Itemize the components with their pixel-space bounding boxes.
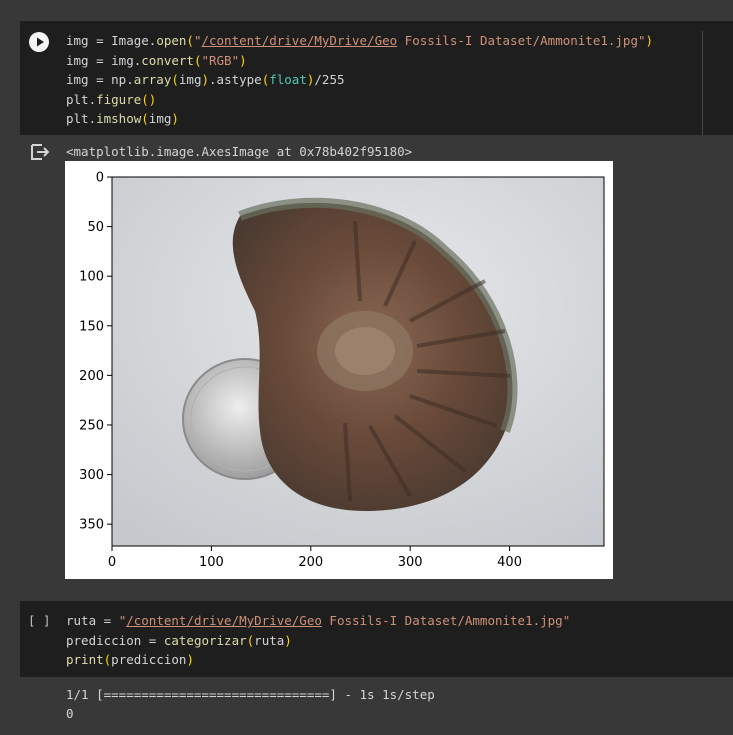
path-link[interactable]: /content/drive/MyDrive/Geo [126, 613, 322, 628]
code-token: ) [284, 632, 292, 648]
run-cell-button[interactable] [29, 32, 49, 52]
code-token: ) [239, 52, 247, 68]
cell-2-output: 1/1 [==============================] - 1… [66, 685, 435, 723]
cell-1-code[interactable]: img = Image.open("/content/drive/MyDrive… [66, 31, 653, 129]
code-token: imshow [96, 111, 142, 126]
code-token: plt. [66, 111, 97, 126]
code-token: ( [171, 72, 179, 87]
code-token: float [269, 72, 307, 87]
path-link[interactable]: /content/drive/MyDrive/Geo [201, 33, 397, 48]
code-token: img [178, 72, 202, 87]
code-token: Fossils-I Dataset/Ammonite1.jpg" [321, 613, 571, 628]
x-tick-label: 200 [298, 555, 323, 570]
code-token: print [66, 652, 104, 667]
code-token: prediccion [111, 652, 187, 667]
y-tick-label: 350 [79, 518, 104, 533]
x-tick-label: 100 [199, 555, 224, 570]
code-token: figure [96, 91, 142, 107]
code-token: open [156, 33, 187, 48]
code-token: plt. [66, 91, 97, 107]
image-plot: 0 50 100 150 200 250 300 350 0 100 200 300 400 [65, 161, 613, 579]
y-axis: 0 50 100 150 200 250 300 350 [79, 171, 112, 533]
code-token: Fossils-I Dataset/Ammonite1.jpg" [397, 33, 646, 48]
cell-2-code[interactable]: ruta = "/content/drive/MyDrive/Geo Fossi… [66, 611, 570, 670]
code-token: ( [186, 33, 194, 48]
code-token: img = img. [66, 52, 142, 68]
x-tick-label: 0 [108, 555, 116, 570]
code-token: ) [171, 111, 179, 126]
fossil-photo [112, 177, 604, 546]
code-token: ( [141, 111, 149, 126]
code-token: ) [201, 72, 210, 87]
y-tick-label: 50 [87, 220, 104, 235]
code-token: img = np. [66, 72, 134, 87]
code-token: img [148, 111, 172, 126]
y-tick-label: 300 [79, 468, 104, 483]
x-tick-label: 300 [398, 555, 423, 570]
x-axis: 0 100 200 300 400 [108, 546, 522, 570]
y-tick-label: 150 [79, 319, 104, 334]
code-token: ruta [254, 632, 285, 648]
y-tick-label: 100 [79, 270, 104, 285]
output-icon[interactable] [30, 143, 50, 161]
output-text: <matplotlib.image.AxesImage at 0x78b402f… [66, 144, 413, 159]
cell-run-bracket[interactable]: [ ] [28, 613, 51, 628]
code-token: .astype [209, 72, 262, 87]
prediction-result: 0 [66, 706, 74, 721]
code-token: ) [186, 652, 194, 667]
code-token: "RGB" [201, 52, 240, 68]
plot-svg: 0 50 100 150 200 250 300 350 0 100 200 300 400 [79, 171, 605, 570]
code-token: categorizar [163, 632, 247, 648]
code-token: ) [645, 33, 654, 48]
code-token: img = Image. [66, 33, 157, 48]
progress-line: 1/1 [==============================] - 1… [66, 687, 435, 702]
y-tick-label: 0 [96, 171, 104, 186]
y-tick-label: 200 [79, 369, 104, 384]
y-tick-label: 250 [79, 418, 104, 433]
code-token: array [133, 72, 172, 87]
play-icon [37, 37, 44, 47]
cell-divider [702, 31, 703, 135]
code-token: prediccion = [66, 632, 164, 648]
code-token: ruta = [66, 613, 119, 628]
code-token: () [141, 91, 157, 107]
code-token: /255 [314, 72, 345, 87]
code-token: convert [141, 52, 194, 68]
x-tick-label: 400 [497, 555, 522, 570]
